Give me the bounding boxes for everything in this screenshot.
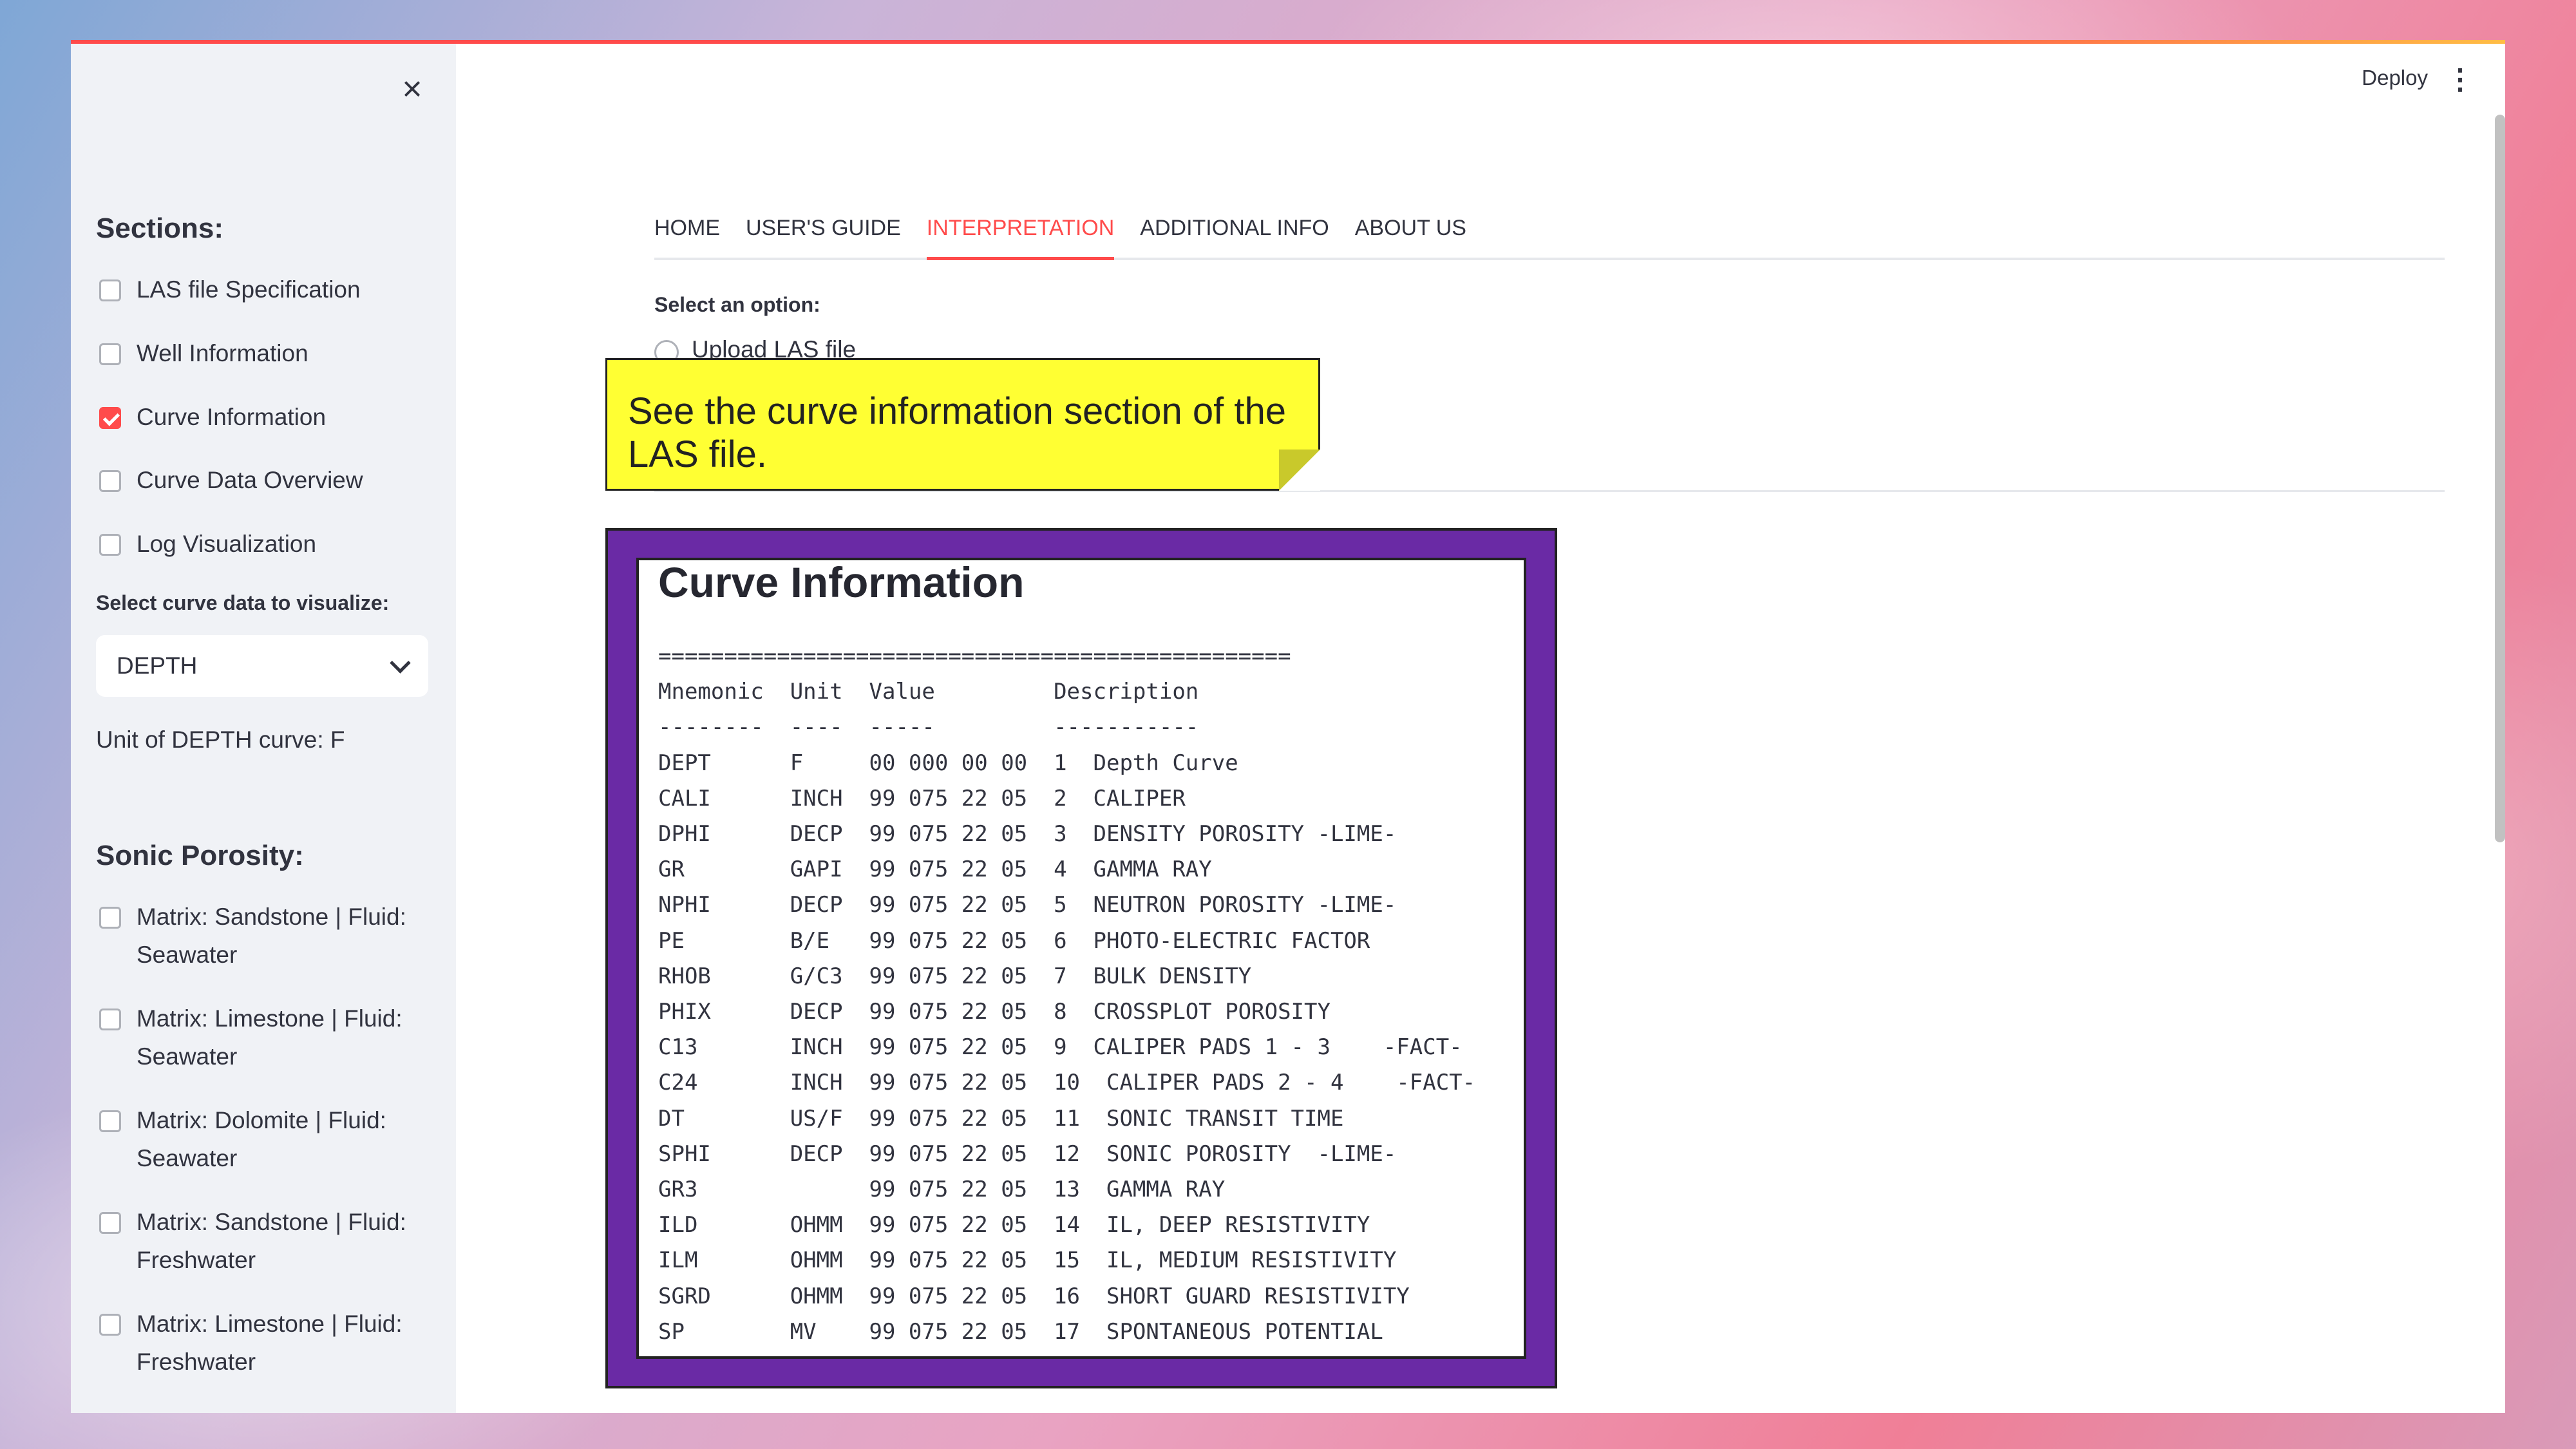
tab-about-us[interactable]: ABOUT US (1355, 209, 1466, 258)
tab-users-guide[interactable]: USER'S GUIDE (746, 209, 901, 258)
sonic-option-checkbox[interactable]: Matrix: Sandstone | Fluid: Seawater (99, 903, 420, 974)
checkbox-label: Curve Information (137, 404, 327, 430)
checkbox-label: Matrix: Dolomite | Fluid: (137, 1406, 420, 1413)
annotation-callout: See the curve information section of the… (605, 358, 1320, 491)
checkbox-label: Curve Data Overview (137, 467, 363, 493)
tab-additional-info[interactable]: ADDITIONAL INFO (1140, 209, 1329, 258)
annotation-text: See the curve information section of the… (628, 390, 1287, 475)
deploy-button[interactable]: Deploy (2362, 66, 2428, 90)
section-checkbox-curve-info[interactable]: Curve Information (99, 403, 326, 436)
sonic-option-checkbox[interactable]: Matrix: Limestone | Fluid: Freshwater (99, 1310, 420, 1381)
checkbox-icon[interactable] (99, 534, 121, 556)
main-scrollbar[interactable] (2495, 115, 2505, 842)
checkbox-label: LAS file Specification (137, 276, 361, 303)
checkbox-icon[interactable] (99, 1009, 121, 1030)
curve-select-label: Select curve data to visualize: (96, 591, 390, 614)
curve-info-frame: Curve Information ======================… (605, 528, 1557, 1388)
section-checkbox-curve-data[interactable]: Curve Data Overview (99, 466, 363, 499)
upload-radio-option[interactable]: Upload LAS file (654, 339, 856, 359)
curve-select-value: DEPTH (117, 652, 198, 679)
tab-interpretation[interactable]: INTERPRETATION (926, 209, 1114, 260)
section-checkbox-log-viz[interactable]: Log Visualization (99, 530, 316, 563)
sonic-option-checkbox[interactable]: Matrix: Sandstone | Fluid: Freshwater (99, 1208, 420, 1279)
chevron-down-icon (390, 652, 411, 674)
curve-info-table: ========================================… (658, 643, 1476, 1345)
page-fold-icon (1279, 450, 1320, 491)
checkbox-icon[interactable] (99, 470, 121, 492)
checkbox-icon[interactable] (99, 279, 121, 301)
curve-info-panel: Curve Information ======================… (636, 558, 1526, 1359)
nav-tabs: HOME USER'S GUIDE INTERPRETATION ADDITIO… (654, 209, 2445, 260)
more-menu-icon[interactable]: ⋮ (2446, 63, 2474, 96)
radio-icon[interactable] (654, 340, 679, 359)
sidebar: × Sections: LAS file Specification Well … (71, 44, 456, 1413)
checkbox-label: Well Information (137, 340, 308, 366)
sonic-porosity-heading: Sonic Porosity: (96, 840, 304, 871)
checkbox-checked-icon[interactable] (99, 407, 121, 429)
checkbox-label: Matrix: Dolomite | Fluid: Seawater (137, 1107, 386, 1171)
select-option-label: Select an option: (654, 293, 820, 316)
checkbox-icon[interactable] (99, 1212, 121, 1234)
checkbox-icon[interactable] (99, 1314, 121, 1336)
checkbox-label: Log Visualization (137, 531, 317, 557)
checkbox-label: Matrix: Sandstone | Fluid: Freshwater (137, 1209, 406, 1273)
curve-unit-text: Unit of DEPTH curve: F (96, 726, 345, 753)
checkbox-label: Matrix: Sandstone | Fluid: Seawater (137, 904, 406, 968)
section-checkbox-well-info[interactable]: Well Information (99, 339, 308, 372)
checkbox-icon[interactable] (99, 907, 121, 929)
sonic-option-checkbox[interactable]: Matrix: Limestone | Fluid: Seawater (99, 1005, 420, 1075)
close-sidebar-icon[interactable]: × (393, 70, 431, 108)
main-content: Deploy ⋮ HOME USER'S GUIDE INTERPRETATIO… (456, 44, 2505, 1413)
tab-home[interactable]: HOME (654, 209, 720, 258)
checkbox-label: Matrix: Limestone | Fluid: Freshwater (137, 1311, 402, 1375)
sonic-option-checkbox[interactable]: Matrix: Dolomite | Fluid: Seawater (99, 1106, 420, 1177)
curve-info-title: Curve Information (658, 558, 1025, 606)
sonic-option-checkbox[interactable]: Matrix: Dolomite | Fluid: (99, 1412, 420, 1413)
checkbox-icon[interactable] (99, 343, 121, 365)
radio-label: Upload LAS file (692, 339, 857, 359)
checkbox-label: Matrix: Limestone | Fluid: Seawater (137, 1005, 402, 1070)
checkbox-icon[interactable] (99, 1110, 121, 1132)
sections-heading: Sections: (96, 213, 224, 244)
section-checkbox-las-spec[interactable]: LAS file Specification (99, 276, 361, 308)
app-window: × Sections: LAS file Specification Well … (71, 40, 2505, 1413)
curve-select-dropdown[interactable]: DEPTH (96, 635, 428, 697)
